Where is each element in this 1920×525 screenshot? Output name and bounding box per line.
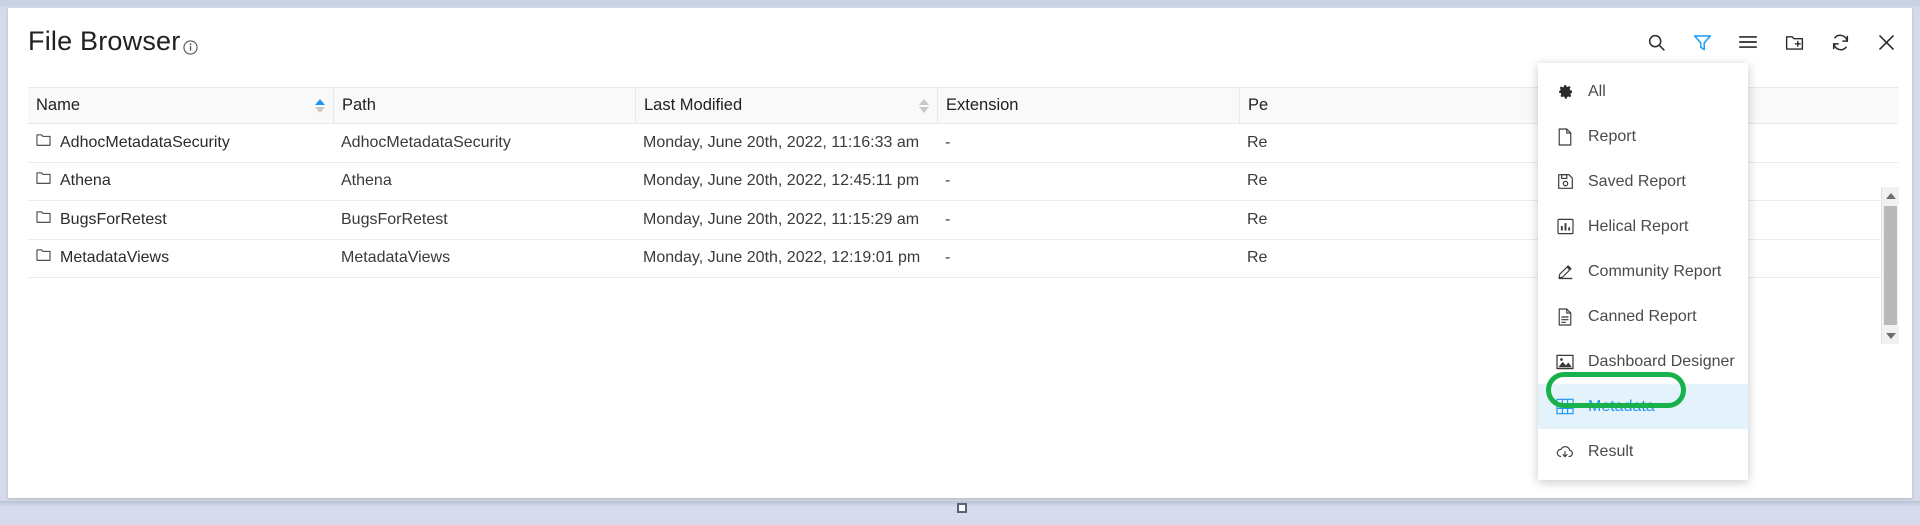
- menu-item-canned-report[interactable]: Canned Report: [1538, 294, 1748, 339]
- cell-permission: Re: [1247, 133, 1268, 151]
- cell-path: MetadataViews: [341, 249, 451, 266]
- new-folder-icon[interactable]: [1782, 30, 1806, 54]
- cell-extension: -: [945, 172, 951, 189]
- save-icon: [1556, 173, 1574, 191]
- menu-item-result[interactable]: Result: [1538, 429, 1748, 474]
- scroll-down-arrow-icon[interactable]: [1882, 327, 1899, 344]
- cell-path: AdhocMetadataSecurity: [341, 133, 511, 151]
- folder-icon: [36, 162, 51, 201]
- cell-permission: Re: [1247, 249, 1268, 266]
- column-label-extension: Extension: [946, 96, 1019, 114]
- menu-item-label: Dashboard Designer: [1588, 352, 1735, 370]
- filter-dropdown-menu: All Report Saved Report Helical Report C…: [1538, 63, 1748, 480]
- column-label-permission: Pe: [1248, 96, 1269, 114]
- menu-item-label: All: [1588, 82, 1606, 100]
- cell-name: MetadataViews: [28, 239, 333, 278]
- image-icon: [1556, 353, 1574, 371]
- scroll-up-arrow-icon[interactable]: [1882, 187, 1899, 204]
- folder-icon: [36, 124, 51, 163]
- refresh-icon[interactable]: [1828, 30, 1852, 54]
- menu-item-metadata[interactable]: Metadata: [1538, 384, 1748, 429]
- cell-name-text: BugsForRetest: [60, 210, 167, 228]
- menu-item-helical-report[interactable]: Helical Report: [1538, 204, 1748, 249]
- menu-item-label: Helical Report: [1588, 217, 1689, 235]
- menu-item-label: Community Report: [1588, 262, 1722, 280]
- column-header-extension[interactable]: Extension: [937, 87, 1239, 124]
- cell-extension: -: [945, 210, 951, 228]
- filter-icon[interactable]: [1690, 30, 1714, 54]
- cell-last-modified: Monday, June 20th, 2022, 11:16:33 am: [643, 133, 920, 151]
- info-icon[interactable]: [183, 40, 198, 55]
- menu-item-community-report[interactable]: Community Report: [1538, 249, 1748, 294]
- cell-name-text: AdhocMetadataSecurity: [60, 133, 230, 151]
- cell-extension: -: [945, 249, 951, 266]
- menu-item-report[interactable]: Report: [1538, 114, 1748, 159]
- file-icon: [1556, 127, 1574, 146]
- menu-item-label: Canned Report: [1588, 307, 1697, 325]
- pencil-icon: [1556, 263, 1574, 281]
- column-label-path: Path: [342, 96, 376, 114]
- cell-name: BugsForRetest: [28, 201, 333, 240]
- close-icon[interactable]: [1874, 30, 1898, 54]
- cell-last-modified: Monday, June 20th, 2022, 11:15:29 am: [643, 210, 920, 228]
- column-label-name: Name: [36, 96, 81, 114]
- cell-permission: Re: [1247, 172, 1268, 189]
- column-header-name[interactable]: Name: [28, 87, 333, 124]
- bar-chart-icon: [1556, 218, 1574, 236]
- column-header-permission[interactable]: Pe: [1239, 87, 1541, 124]
- column-header-path[interactable]: Path: [333, 87, 635, 124]
- menu-item-label: Report: [1588, 127, 1637, 145]
- cell-path: Athena: [341, 172, 392, 189]
- menu-item-label: Result: [1588, 442, 1634, 460]
- header-toolbar: [1644, 30, 1898, 54]
- search-icon[interactable]: [1644, 30, 1668, 54]
- folder-icon: [36, 239, 51, 278]
- sort-indicator-last-modified[interactable]: [919, 98, 929, 114]
- cell-name-text: MetadataViews: [60, 249, 170, 266]
- page-title: File Browser: [28, 26, 181, 56]
- file-browser-window: File Browser Name Path Last Modified Ext…: [0, 0, 1920, 525]
- cell-extension: -: [945, 133, 951, 151]
- menu-item-saved-report[interactable]: Saved Report: [1538, 159, 1748, 204]
- cloud-down-icon: [1556, 443, 1574, 461]
- resize-handle[interactable]: [957, 503, 967, 513]
- menu-item-dashboard-designer[interactable]: Dashboard Designer: [1538, 339, 1748, 384]
- menu-item-label: Saved Report: [1588, 172, 1686, 190]
- scrollbar-thumb[interactable]: [1884, 206, 1897, 325]
- column-header-last-modified[interactable]: Last Modified: [635, 87, 937, 124]
- document-icon: [1556, 307, 1574, 326]
- cell-last-modified: Monday, June 20th, 2022, 12:19:01 pm: [643, 249, 921, 266]
- gear-icon: [1556, 83, 1574, 101]
- column-label-last-modified: Last Modified: [644, 96, 743, 114]
- cell-name: Athena: [28, 162, 333, 201]
- cell-path: BugsForRetest: [341, 210, 448, 228]
- sort-indicator-name[interactable]: [315, 98, 325, 114]
- menu-icon[interactable]: [1736, 30, 1760, 54]
- table-vertical-scrollbar[interactable]: [1881, 187, 1899, 344]
- cell-last-modified: Monday, June 20th, 2022, 12:45:11 pm: [643, 172, 920, 189]
- grid-table-icon: [1556, 398, 1574, 416]
- main-panel: File Browser Name Path Last Modified Ext…: [8, 8, 1912, 498]
- cell-permission: Re: [1247, 210, 1268, 228]
- folder-icon: [36, 201, 51, 240]
- menu-item-all[interactable]: All: [1538, 69, 1748, 114]
- cell-name-text: Athena: [60, 172, 111, 189]
- menu-item-label: Metadata: [1588, 397, 1655, 415]
- cell-name: AdhocMetadataSecurity: [28, 124, 333, 163]
